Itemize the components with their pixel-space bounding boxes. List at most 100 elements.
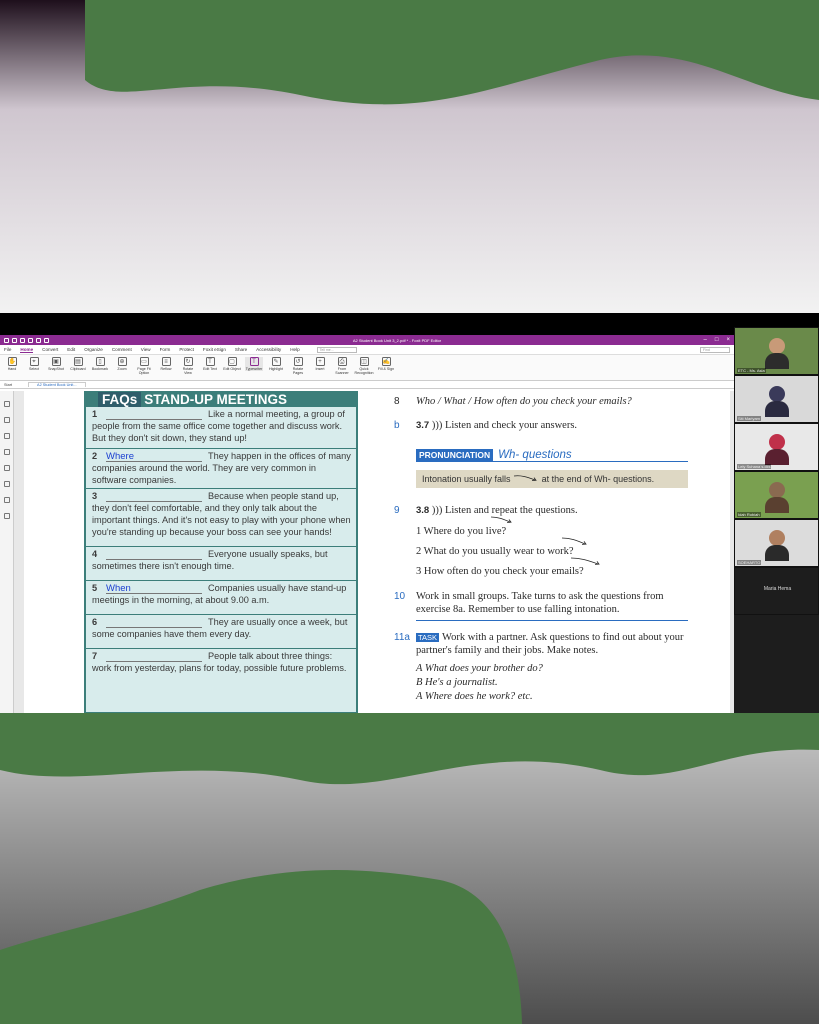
question-1: 1 Where do you live? [416, 526, 507, 537]
participant-video [765, 338, 789, 369]
signature-panel-icon[interactable] [3, 497, 10, 503]
menu-share[interactable]: Share [235, 347, 247, 352]
faq-item: 3 Because when people stand up, they don'… [86, 489, 356, 547]
pdf-page[interactable]: FAQs STAND-UP MEETINGS 1 Like a normal me… [24, 391, 730, 713]
window-title: A2 Student Book Unit 3_2.pdf * - Foxit P… [352, 337, 442, 343]
layers-panel-icon[interactable] [3, 449, 10, 455]
falling-arrow-icon [514, 475, 537, 481]
tell-me-search[interactable]: Tell me... [316, 346, 357, 353]
attachments-panel-icon[interactable] [3, 465, 10, 471]
menu-edit[interactable]: Edit [67, 347, 75, 352]
tool-edit-object-button[interactable]: ▢ Edit Object [223, 357, 241, 371]
menu-comment[interactable]: Comment [112, 347, 132, 352]
question-2: 2 What do you usually wear to work? [416, 546, 574, 557]
participant-tile[interactable]: Lely Suhana s.cks [734, 423, 819, 471]
participant-tile[interactable]: Idah Robiah [734, 471, 819, 519]
bookmark-panel-icon[interactable] [3, 401, 10, 407]
exercise-number: 10 [394, 591, 406, 602]
tool-quick-recognition-button[interactable]: ◫ Quick Recognition [355, 357, 374, 375]
document-workspace[interactable]: FAQs STAND-UP MEETINGS 1 Like a normal me… [0, 391, 734, 713]
menu-organize[interactable]: Organize [84, 347, 103, 352]
intonation-arrow-icon [490, 516, 512, 523]
question-3: 3 How often do you check your emails? [416, 566, 584, 577]
tool-highlight-button[interactable]: ✎ Highlight [267, 357, 285, 371]
tool-clipboard-button[interactable]: ▤ Clipboard [69, 357, 87, 371]
faq-answer-field[interactable] [106, 491, 202, 502]
menu-protect[interactable]: Protect [179, 347, 194, 352]
tool-insert-button[interactable]: + Insert [311, 357, 329, 371]
tool-reflow-button[interactable]: ≡ Reflow [157, 357, 175, 371]
dialogue-a: A What does your brother do? [416, 663, 543, 674]
faq-item-number: 5 [92, 583, 98, 593]
participant-name: Idah Robiah [737, 512, 761, 517]
faq-answer-field[interactable]: When [106, 583, 202, 594]
faq-answer-field[interactable] [106, 409, 202, 420]
tool-label: Reflow [160, 367, 172, 371]
tool-fill-sign-button[interactable]: ✍ Fill & Sign [377, 357, 395, 371]
participant-tile[interactable]: SOEHARTO [734, 519, 819, 567]
tool-rotate-pages-button[interactable]: ↺ Rotate Pages [289, 357, 307, 375]
tool-label: Rotate View [182, 367, 194, 375]
exercise-text: Listen and check your answers. [444, 420, 578, 431]
print-icon[interactable] [28, 337, 33, 343]
undo-icon[interactable] [36, 337, 41, 343]
participant-tile[interactable]: Maria Hema [734, 567, 819, 615]
rotate-pages-icon: ↺ [293, 357, 303, 366]
tool-edit-text-button[interactable]: T Edit Text [201, 357, 219, 371]
menu-help[interactable]: Help [290, 347, 299, 352]
exercise-text: Work with a partner. Ask questions to fi… [416, 632, 684, 656]
tool-zoom-button[interactable]: ⊕ Zoom [113, 357, 131, 371]
edit-object-icon: ▢ [227, 357, 237, 366]
tags-panel-icon[interactable] [3, 513, 10, 519]
faq-answer-field[interactable] [106, 651, 202, 662]
faq-answer-field[interactable] [106, 549, 202, 560]
scanner-icon: ⎙ [337, 357, 347, 366]
tool-label: From Scanner [335, 367, 349, 375]
tool-label: Page Fit Option [137, 367, 151, 375]
menu-home[interactable]: Home [20, 347, 34, 353]
close-icon[interactable]: × [726, 337, 730, 343]
exercise-8-line: 8 Who / What / How often do you check you… [394, 395, 632, 408]
menu-form[interactable]: Form [160, 347, 171, 352]
open-icon[interactable] [12, 337, 17, 343]
tool-label: Clipboard [70, 367, 86, 371]
tool-snapshot-button[interactable]: ▣ SnapShot [47, 357, 65, 371]
menu-view[interactable]: View [141, 347, 151, 352]
menu-file[interactable]: File [4, 347, 11, 352]
find-input[interactable]: Find [700, 346, 730, 353]
tab-start[interactable]: Start [4, 383, 12, 387]
faq-answer-field[interactable]: Where [106, 451, 202, 462]
menu-foxit-esign[interactable]: Foxit eSign [203, 347, 226, 352]
save-icon[interactable] [20, 337, 25, 343]
tool-rotate-view-button[interactable]: ↻ Rotate View [179, 357, 197, 375]
faq-item: 7 People talk about three things: work fr… [86, 649, 356, 713]
faq-item-number: 1 [92, 409, 98, 419]
maximize-icon[interactable]: □ [715, 337, 719, 343]
tool-from-scanner-button[interactable]: ⎙ From Scanner [333, 357, 351, 375]
exercise-text: Listen and repeat the questions. [444, 505, 578, 516]
tab-document[interactable]: A2 Student Book Unit... [28, 382, 86, 387]
menu-accessibility[interactable]: Accessibility [256, 347, 281, 352]
pages-panel-icon[interactable] [3, 417, 10, 423]
security-panel-icon[interactable] [3, 481, 10, 487]
right-column: 8 Who / What / How often do you check you… [394, 391, 694, 713]
comments-panel-icon[interactable] [3, 433, 10, 439]
pdf-editor-window: A2 Student Book Unit 3_2.pdf * - Foxit P… [0, 335, 734, 713]
tool-bookmark-button[interactable]: ▯ Bookmark [91, 357, 109, 371]
participant-name: ETC - Ms. Asia [737, 368, 766, 373]
quick-access-toolbar[interactable] [4, 337, 124, 343]
tool-typewriter-button[interactable]: T Typewriter [245, 357, 263, 371]
faq-answer-field[interactable] [106, 617, 202, 628]
tool-label: SnapShot [48, 367, 64, 371]
participant-tile[interactable]: Siti Mariyam [734, 375, 819, 423]
redo-icon[interactable] [44, 337, 49, 343]
tool-hand-button[interactable]: ✋ Hand [3, 357, 21, 371]
minimize-icon[interactable]: – [704, 337, 707, 343]
divider [416, 620, 688, 621]
faq-item-number: 2 [92, 451, 98, 461]
menu-convert[interactable]: Convert [42, 347, 58, 352]
participant-tile[interactable]: ETC - Ms. Asia [734, 327, 819, 375]
tool-page-fit-option-button[interactable]: ▭ Page Fit Option [135, 357, 153, 375]
tool-select-button[interactable]: ⌖ Select [25, 357, 43, 371]
audio-track-number: 3.7 [416, 420, 430, 431]
